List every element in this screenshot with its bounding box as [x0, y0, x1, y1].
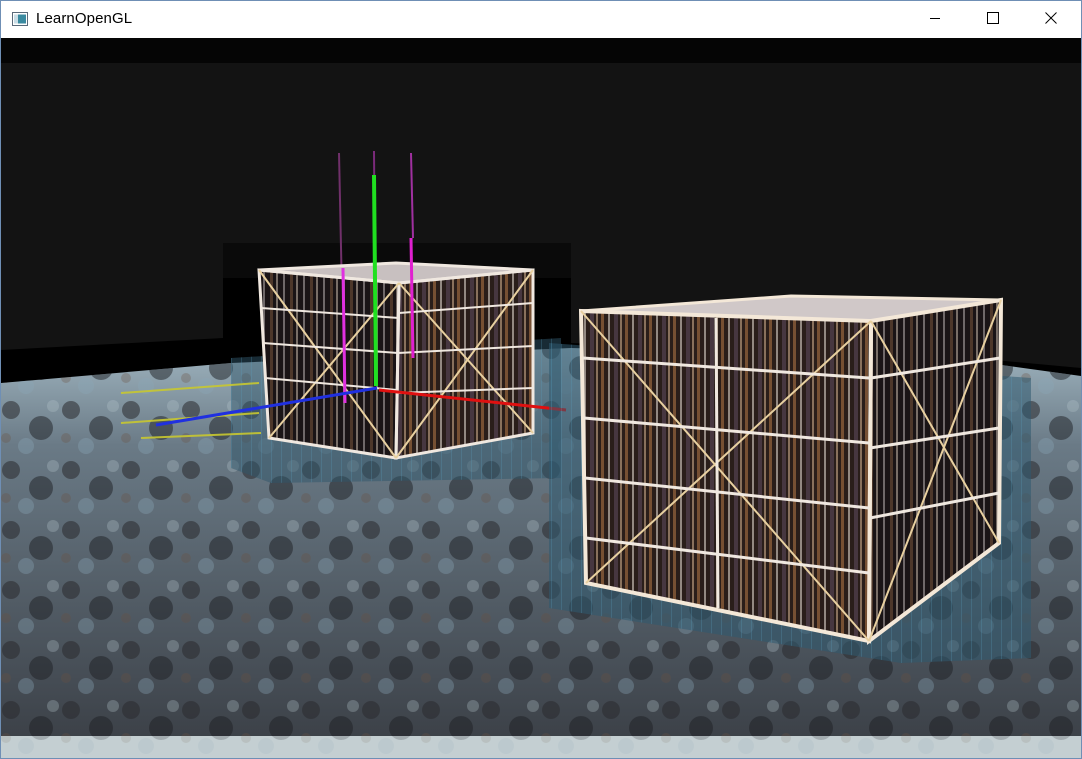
console-window-icon [12, 12, 28, 26]
maximize-icon [987, 11, 999, 29]
crate-box-right [578, 294, 1004, 646]
ceiling [1, 38, 1081, 63]
close-icon [1045, 11, 1057, 29]
app-window: LearnOpenGL [0, 0, 1082, 759]
title-bar[interactable]: LearnOpenGL [1, 1, 1081, 38]
minimize-button[interactable] [906, 1, 964, 38]
crate-box-left [257, 261, 535, 460]
close-button[interactable] [1022, 1, 1080, 38]
window-title: LearnOpenGL [36, 10, 133, 27]
maximize-button[interactable] [964, 1, 1022, 38]
minimize-icon [929, 11, 941, 29]
opengl-viewport[interactable] [1, 38, 1081, 758]
